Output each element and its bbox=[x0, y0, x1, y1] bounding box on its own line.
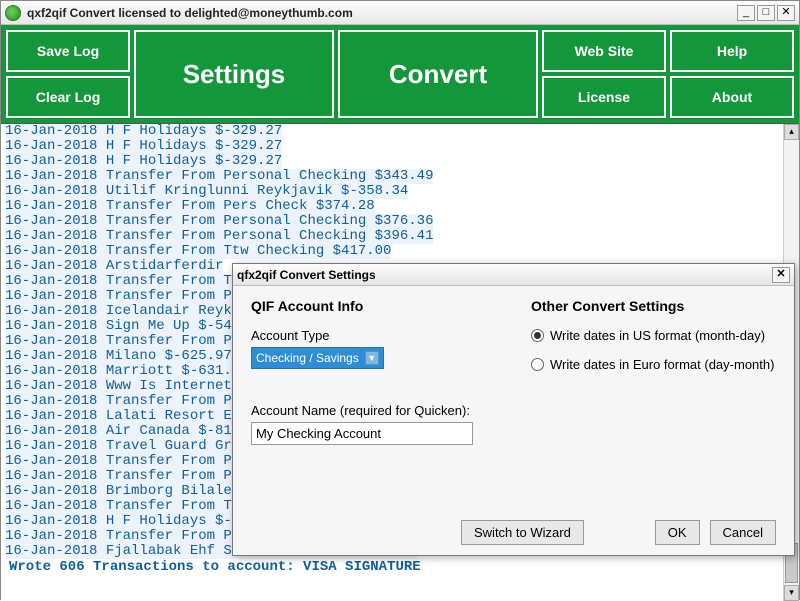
window-buttons: _ □ ✕ bbox=[737, 5, 795, 21]
other-settings-heading: Other Convert Settings bbox=[531, 298, 776, 314]
qif-account-section: QIF Account Info Account Type Checking /… bbox=[251, 298, 521, 445]
account-name-input[interactable] bbox=[251, 422, 473, 445]
save-log-button[interactable]: Save Log bbox=[6, 30, 130, 72]
clear-log-button[interactable]: Clear Log bbox=[6, 76, 130, 118]
dialog-title: qfx2qif Convert Settings bbox=[237, 268, 772, 282]
status-line: Wrote 606 Transactions to account: VISA … bbox=[5, 559, 795, 576]
account-type-label: Account Type bbox=[251, 328, 521, 343]
radio-us-format[interactable]: Write dates in US format (month-day) bbox=[531, 328, 776, 343]
dialog-close-button[interactable]: ✕ bbox=[772, 267, 790, 283]
settings-button[interactable]: Settings bbox=[134, 30, 334, 118]
account-type-select[interactable]: Checking / Savings ▼ bbox=[251, 347, 384, 369]
log-line: 16-Jan-2018 H F Holidays $-329.27 bbox=[5, 139, 795, 154]
web-site-button[interactable]: Web Site bbox=[542, 30, 666, 72]
close-button[interactable]: ✕ bbox=[777, 5, 795, 21]
help-button[interactable]: Help bbox=[670, 30, 794, 72]
dialog-buttons: Switch to Wizard OK Cancel bbox=[251, 510, 776, 545]
log-line: 16-Jan-2018 Transfer From Personal Check… bbox=[5, 229, 795, 244]
radio-euro-icon bbox=[531, 358, 544, 371]
account-name-label: Account Name (required for Quicken): bbox=[251, 403, 521, 418]
qif-account-heading: QIF Account Info bbox=[251, 298, 521, 314]
convert-button[interactable]: Convert bbox=[338, 30, 538, 118]
log-line: 16-Jan-2018 Transfer From Pers Check $37… bbox=[5, 199, 795, 214]
scroll-down-button[interactable]: ▾ bbox=[784, 585, 799, 601]
settings-dialog: qfx2qif Convert Settings ✕ QIF Account I… bbox=[232, 263, 795, 556]
log-line: 16-Jan-2018 H F Holidays $-329.27 bbox=[5, 154, 795, 169]
log-line: 16-Jan-2018 Transfer From Ttw Checking $… bbox=[5, 244, 795, 259]
title-bar: qxf2qif Convert licensed to delighted@mo… bbox=[1, 1, 799, 25]
radio-euro-label: Write dates in Euro format (day-month) bbox=[550, 357, 774, 372]
log-line: 16-Jan-2018 H F Holidays $-329.27 bbox=[5, 124, 795, 139]
chevron-down-icon: ▼ bbox=[365, 351, 379, 365]
scroll-up-button[interactable]: ▴ bbox=[784, 124, 799, 140]
account-type-value: Checking / Savings bbox=[256, 351, 359, 365]
log-line: 16-Jan-2018 Utilif Kringlunni Reykjavik … bbox=[5, 184, 795, 199]
log-line: 16-Jan-2018 Transfer From Personal Check… bbox=[5, 214, 795, 229]
license-button[interactable]: License bbox=[542, 76, 666, 118]
toolbar: Save Log Clear Log Settings Convert Web … bbox=[1, 25, 799, 123]
dialog-body: QIF Account Info Account Type Checking /… bbox=[233, 286, 794, 555]
radio-euro-format[interactable]: Write dates in Euro format (day-month) bbox=[531, 357, 776, 372]
app-icon bbox=[5, 5, 21, 21]
minimize-button[interactable]: _ bbox=[737, 5, 755, 21]
switch-to-wizard-button[interactable]: Switch to Wizard bbox=[461, 520, 584, 545]
log-line: 16-Jan-2018 Transfer From Personal Check… bbox=[5, 169, 795, 184]
dialog-title-bar: qfx2qif Convert Settings ✕ bbox=[233, 264, 794, 286]
other-settings-section: Other Convert Settings Write dates in US… bbox=[531, 298, 776, 445]
maximize-button[interactable]: □ bbox=[757, 5, 775, 21]
radio-us-icon bbox=[531, 329, 544, 342]
about-button[interactable]: About bbox=[670, 76, 794, 118]
ok-button[interactable]: OK bbox=[655, 520, 700, 545]
cancel-button[interactable]: Cancel bbox=[710, 520, 776, 545]
window-title: qxf2qif Convert licensed to delighted@mo… bbox=[27, 6, 737, 20]
radio-us-label: Write dates in US format (month-day) bbox=[550, 328, 765, 343]
